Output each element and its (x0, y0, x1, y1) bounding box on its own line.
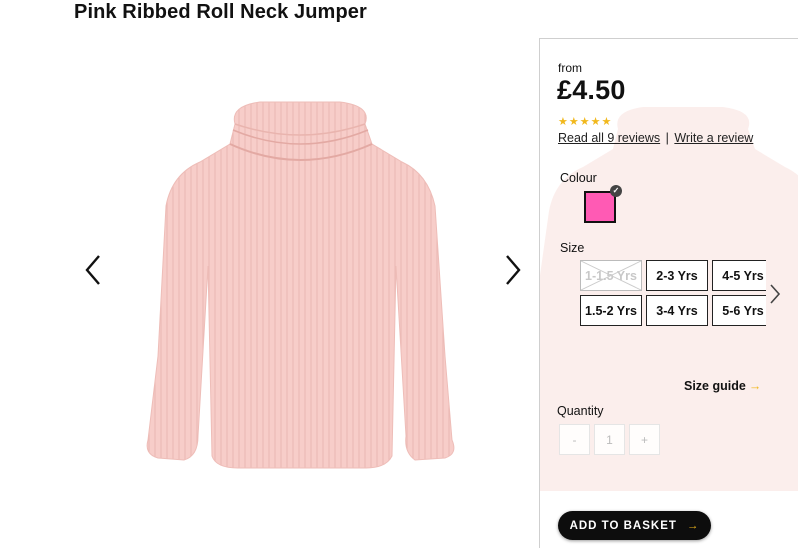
size-option-label: 2-3 Yrs (656, 268, 698, 283)
arrow-right-icon: → (686, 519, 700, 532)
size-label: Size (560, 241, 585, 255)
product-title: Pink Ribbed Roll Neck Jumper (74, 1, 367, 23)
check-icon: ✓ (610, 185, 622, 197)
product-price: £4.50 (557, 75, 626, 105)
chevron-left-icon (85, 255, 100, 285)
product-gallery (70, 40, 540, 540)
gallery-next-button[interactable] (500, 250, 524, 290)
colour-label: Colour (560, 171, 597, 185)
quantity-decrease-button[interactable]: - (559, 424, 590, 455)
size-option-1-5-2-yrs[interactable]: 1.5-2 Yrs (580, 295, 642, 326)
unavailable-cross-icon (581, 261, 641, 290)
rating-stars: ★★★★★ (558, 116, 613, 128)
size-guide-label: Size guide (684, 379, 746, 393)
size-guide-link[interactable]: Size guide → (684, 379, 761, 393)
size-row: 1-1.5 Yrs 2-3 Yrs 4-5 Yrs (580, 260, 766, 291)
price-prefix: from (558, 61, 582, 75)
size-option-5-6-yrs[interactable]: 5-6 Yrs (712, 295, 766, 326)
review-links: Read all 9 reviews | Write a review (558, 131, 753, 145)
arrow-right-icon: → (748, 379, 762, 393)
size-options: 1-1.5 Yrs 2-3 Yrs 4-5 Yrs 1.5-2 Yrs 3-4 … (580, 260, 766, 330)
size-option-label: 3-4 Yrs (656, 303, 698, 318)
size-option-1-1-5-yrs[interactable]: 1-1.5 Yrs (580, 260, 642, 291)
size-scroll-next-button[interactable] (768, 281, 782, 307)
chevron-right-icon (506, 255, 521, 285)
quantity-stepper: - 1 + (559, 424, 660, 455)
quantity-input[interactable]: 1 (594, 424, 625, 455)
size-option-3-4-yrs[interactable]: 3-4 Yrs (646, 295, 708, 326)
add-to-basket-button[interactable]: ADD TO BASKET → (558, 511, 711, 540)
read-reviews-link[interactable]: Read all 9 reviews (558, 131, 660, 145)
size-option-2-3-yrs[interactable]: 2-3 Yrs (646, 260, 708, 291)
size-option-label: 4-5 Yrs (722, 268, 764, 283)
gallery-prev-button[interactable] (82, 250, 106, 290)
size-option-label: 1.5-2 Yrs (585, 303, 637, 318)
review-separator: | (665, 131, 669, 145)
product-image (146, 101, 455, 469)
purchase-panel: from £4.50 ★★★★★ Read all 9 reviews | Wr… (539, 38, 798, 548)
size-option-4-5-yrs[interactable]: 4-5 Yrs (712, 260, 766, 291)
quantity-increase-button[interactable]: + (629, 424, 660, 455)
quantity-label: Quantity (557, 404, 604, 418)
add-to-basket-label: ADD TO BASKET (569, 519, 677, 532)
colour-swatch-pink[interactable] (584, 191, 616, 223)
size-row: 1.5-2 Yrs 3-4 Yrs 5-6 Yrs (580, 295, 766, 326)
size-option-label: 5-6 Yrs (722, 303, 764, 318)
write-review-link[interactable]: Write a review (674, 131, 753, 145)
